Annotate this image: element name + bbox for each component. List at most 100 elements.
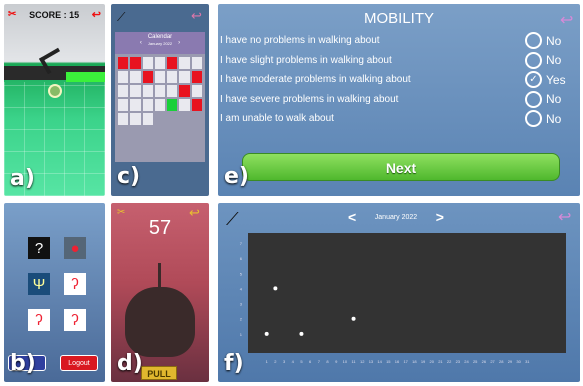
calendar-day[interactable] [167, 99, 178, 111]
answer-label: No [546, 111, 562, 126]
game-panel-d: ✂ ↩ 57 PULL d) [111, 203, 209, 382]
calendar-day[interactable] [118, 57, 129, 69]
calendar-day[interactable] [118, 71, 129, 83]
calendar-day[interactable] [167, 57, 178, 69]
chart-panel: ⟋ ↩ < January 2022 > 1 2 3 4 5 6 7 8 9 10 11 12 13 14… [218, 203, 580, 382]
calendar-day[interactable] [130, 57, 141, 69]
radio-icon[interactable] [525, 90, 542, 108]
calendar-day[interactable] [179, 57, 190, 69]
x-tick-label: 17 [403, 359, 408, 364]
x-tick-label: 23 [456, 359, 461, 364]
calendar-day[interactable] [130, 113, 141, 125]
x-tick-label: 13 [369, 359, 374, 364]
chart-icon[interactable]: ⟋ [117, 10, 125, 25]
plot-area [248, 233, 566, 353]
calendar-header: Calendar ‹ January 2022 › [115, 32, 205, 54]
panel-label-f: f) [224, 351, 244, 376]
next-month-button[interactable]: › [178, 40, 180, 46]
question-row[interactable]: I have no problems in walking about No [220, 32, 570, 49]
symbol-card[interactable]: ʔ [64, 273, 86, 295]
mobility-title: MOBILITY [363, 10, 434, 27]
question-row[interactable]: I have moderate problems in walking abou… [220, 71, 570, 88]
calendar-day[interactable] [167, 85, 178, 97]
prev-month-button[interactable]: ‹ [140, 40, 142, 46]
calendar-day[interactable] [167, 71, 178, 83]
question-row[interactable]: I have slight problems in walking about N… [220, 51, 570, 69]
radio-icon[interactable] [525, 32, 542, 49]
question-text: I have no problems in walking about [220, 35, 380, 46]
x-tick-label: 10 [343, 359, 348, 364]
target-ring[interactable] [48, 84, 62, 98]
calendar-day [167, 113, 177, 125]
data-point [351, 316, 356, 321]
symbol-card[interactable]: ʔ [64, 309, 86, 331]
x-tick-label: 1 [266, 359, 269, 364]
next-button[interactable]: Next [242, 153, 560, 181]
calendar-day[interactable] [179, 99, 190, 111]
question-text: I am unable to walk about [220, 113, 334, 124]
radio-icon[interactable] [525, 51, 542, 69]
y-tick-label: 4 [240, 286, 243, 291]
ship [125, 287, 195, 357]
calendar-day[interactable] [130, 85, 141, 97]
calendar-day[interactable] [142, 99, 153, 111]
x-tick-label: 12 [360, 359, 365, 364]
calendar-day[interactable] [191, 71, 202, 83]
x-tick-label: 16 [395, 359, 400, 364]
question-row[interactable]: I have severe problems in walking about N… [220, 90, 570, 108]
back-arrow-icon[interactable]: ↩ [560, 10, 573, 30]
calendar-day[interactable] [142, 113, 153, 125]
calendar-day[interactable] [154, 85, 166, 97]
panel-label-a: a) [10, 166, 35, 191]
calendar-day[interactable] [154, 99, 166, 111]
y-tick-label: 5 [240, 271, 243, 276]
question-text: I have severe problems in walking about [220, 93, 399, 105]
calendar: Calendar ‹ January 2022 › [115, 32, 205, 162]
calendar-day[interactable] [191, 57, 202, 69]
back-arrow-icon[interactable]: ↩ [191, 8, 202, 24]
panel-label-c: c) [117, 164, 141, 189]
logout-button[interactable]: Logout [60, 355, 98, 371]
x-tick-label: 25 [473, 359, 478, 364]
radio-icon[interactable] [525, 110, 542, 127]
trident-card[interactable]: Ψ [28, 273, 50, 295]
calendar-day[interactable] [118, 85, 129, 97]
game-panel-a: ✂ SCORE : 15 ↩ a) [4, 4, 105, 196]
question-card[interactable]: ? [28, 237, 50, 259]
green-ledge [66, 72, 105, 82]
score-text: SCORE : 15 [29, 9, 80, 20]
x-tick-label: 18 [412, 359, 417, 364]
calendar-month: January 2022 [147, 40, 173, 46]
calendar-day[interactable] [118, 113, 129, 125]
x-tick-label: 29 [508, 359, 513, 364]
question-row[interactable]: I am unable to walk about No [220, 110, 570, 127]
symbol-card[interactable]: ʔ [28, 309, 50, 331]
calendar-day[interactable] [142, 57, 153, 69]
x-tick-label: 6 [309, 359, 312, 364]
shuffle-icon[interactable]: ✂ [8, 9, 16, 20]
counter: 57 [148, 217, 172, 239]
calendar-day[interactable] [118, 99, 129, 111]
calendar-day[interactable] [154, 57, 166, 69]
calendar-day[interactable] [179, 71, 190, 83]
check-radio-icon[interactable]: ✓ [525, 71, 542, 88]
back-arrow-icon[interactable]: ↩ [92, 8, 101, 21]
answer-label: Yes [546, 72, 566, 87]
calendar-day[interactable] [191, 85, 202, 97]
x-tick-label: 20 [430, 359, 435, 364]
calendar-day[interactable] [130, 71, 141, 83]
calendar-day[interactable] [179, 85, 190, 97]
mobility-panel: MOBILITY ↩ I have no problems in walking… [218, 4, 580, 196]
answer-label: No [546, 33, 562, 48]
calendar-day[interactable] [142, 71, 153, 83]
x-tick-label: 8 [326, 359, 329, 364]
image-card[interactable]: ● [64, 237, 86, 259]
calendar-day[interactable] [130, 99, 141, 111]
calendar-day[interactable] [191, 99, 202, 111]
panel-label-d: d) [117, 351, 143, 376]
calendar-day[interactable] [142, 85, 153, 97]
y-tick-label: 1 [240, 332, 243, 337]
y-tick-label: 2 [240, 317, 243, 322]
calendar-day[interactable] [154, 71, 166, 83]
pull-button[interactable]: PULL [141, 366, 177, 380]
